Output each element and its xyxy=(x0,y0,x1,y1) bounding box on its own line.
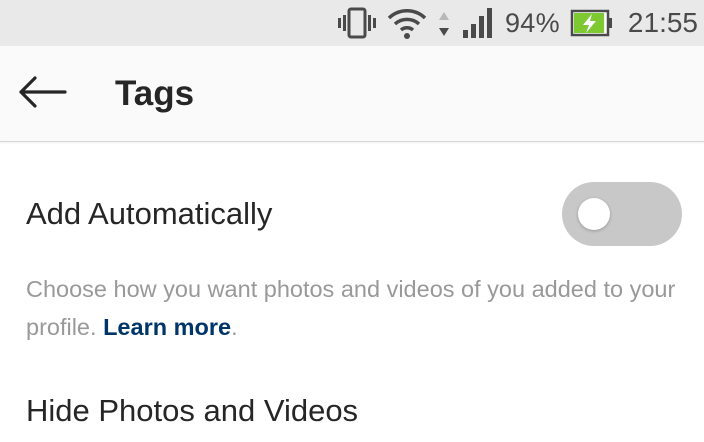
add-automatically-row[interactable]: Add Automatically xyxy=(0,172,704,258)
vibrate-icon xyxy=(337,6,377,40)
signal-icon xyxy=(461,6,495,40)
hide-photos-videos-item[interactable]: Hide Photos and Videos xyxy=(26,393,358,429)
page-title: Tags xyxy=(115,74,195,113)
tags-description: Choose how you want photos and videos of… xyxy=(26,270,676,346)
wifi-icon xyxy=(387,6,427,40)
back-button[interactable] xyxy=(14,72,70,116)
data-arrows-icon xyxy=(437,6,451,40)
description-trailing: . xyxy=(231,314,238,340)
battery-percent: 94% xyxy=(504,7,560,38)
app-bar: Tags xyxy=(0,46,704,142)
clock: 21:55 xyxy=(627,7,698,38)
battery-charging-icon xyxy=(570,8,614,38)
arrow-left-icon xyxy=(17,74,67,115)
add-automatically-toggle[interactable] xyxy=(562,182,682,246)
learn-more-link[interactable]: Learn more xyxy=(103,314,231,340)
add-automatically-label: Add Automatically xyxy=(26,196,273,231)
toggle-knob xyxy=(578,198,610,230)
status-bar: 94% 21:55 xyxy=(0,0,704,46)
